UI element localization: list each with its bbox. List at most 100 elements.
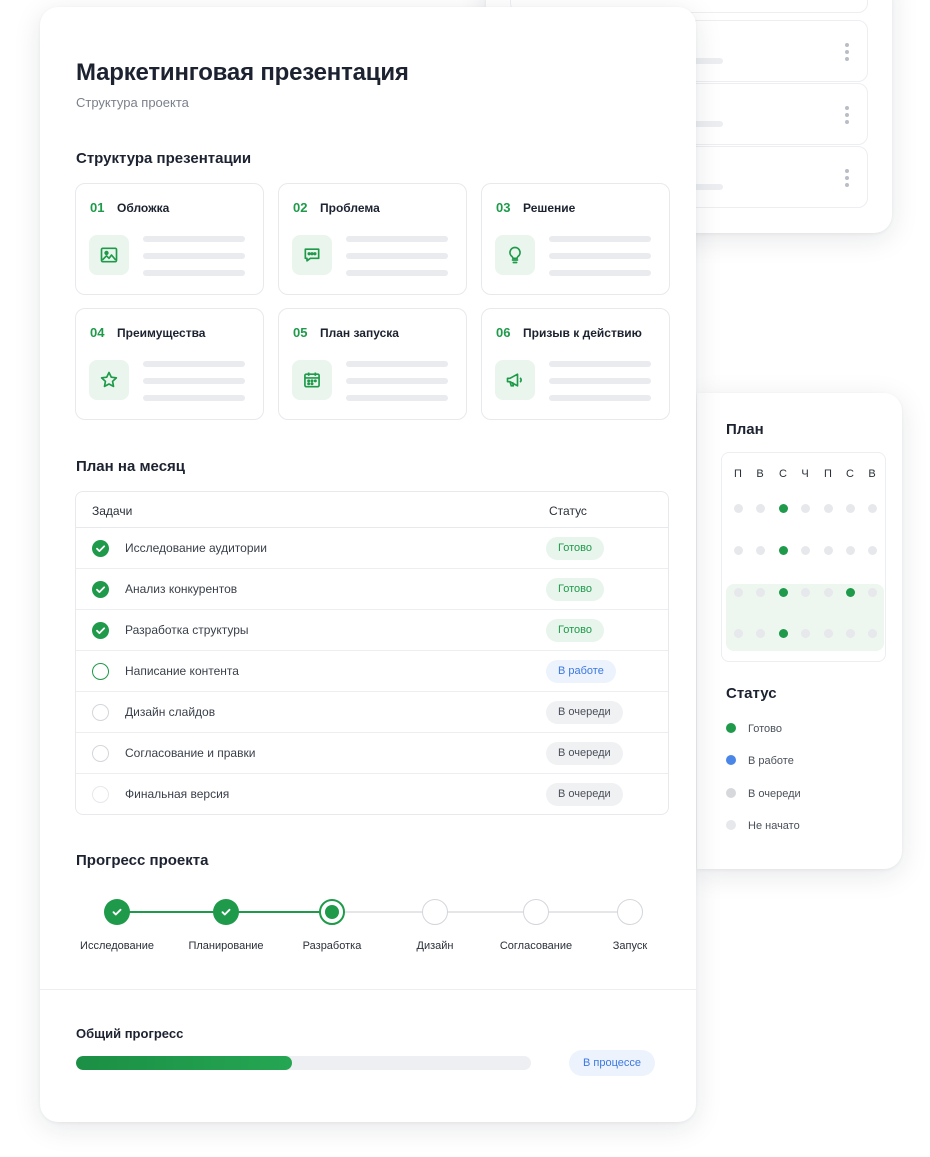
slide-tile-launch-plan[interactable]: 05 План запуска: [278, 308, 467, 420]
step-circle[interactable]: [319, 899, 345, 925]
text-placeholder: [143, 253, 245, 259]
calendar-day-dot[interactable]: [867, 587, 877, 597]
calendar-day-dot[interactable]: [755, 545, 765, 555]
calendar-day-dot[interactable]: [845, 545, 855, 555]
slide-tile-problem[interactable]: 02 Проблема: [278, 183, 467, 295]
calendar-day-dot[interactable]: [755, 628, 765, 638]
step-circle[interactable]: [523, 899, 549, 925]
calendar-day-dot[interactable]: [733, 503, 743, 513]
step-connector: [536, 911, 630, 913]
circle-icon[interactable]: [92, 663, 109, 680]
calendar-day-dot[interactable]: [778, 503, 788, 513]
task-name: Исследование аудитории: [125, 541, 267, 555]
calendar-day-dot[interactable]: [800, 503, 810, 513]
step-label: Исследование: [80, 940, 154, 952]
more-vertical-icon[interactable]: [845, 43, 849, 64]
step-circle[interactable]: [422, 899, 448, 925]
calendar-day-dot[interactable]: [733, 545, 743, 555]
slide-tile-advantages[interactable]: 04 Преимущества: [75, 308, 264, 420]
slide-title: План запуска: [320, 326, 399, 340]
step-label: Разработка: [302, 940, 362, 952]
slide-tile-call-to-action[interactable]: 06 Призыв к действию: [481, 308, 670, 420]
plan-calendar: ПВСЧПСВ: [721, 452, 886, 662]
text-placeholder: [346, 378, 448, 384]
task-table: Задачи Статус Исследование аудитории Гото…: [75, 491, 669, 815]
text-placeholder: [346, 270, 448, 276]
slide-title: Решение: [523, 201, 576, 215]
slide-number: 05: [293, 325, 308, 340]
slide-number: 02: [293, 200, 308, 215]
more-vertical-icon[interactable]: [845, 169, 849, 190]
step-check-icon[interactable]: [213, 899, 239, 925]
check-circle-icon[interactable]: [92, 581, 109, 598]
calendar-day-dot[interactable]: [845, 587, 855, 597]
calendar-day-dot[interactable]: [823, 628, 833, 638]
calendar-day-dot[interactable]: [867, 545, 877, 555]
circle-icon[interactable]: [92, 704, 109, 721]
table-row[interactable]: Согласование и правки В очереди: [76, 733, 668, 774]
calendar-day-dot[interactable]: [733, 628, 743, 638]
calendar-day-dot[interactable]: [823, 587, 833, 597]
plan-card: План П В С Ч П С В Статус Готово В работе В оч…: [697, 393, 902, 869]
text-placeholder: [549, 236, 651, 242]
calendar-day-dot[interactable]: [845, 628, 855, 638]
step-label: Запуск: [612, 940, 648, 952]
step-circle[interactable]: [617, 899, 643, 925]
structure-section-title: Структура презентации: [76, 150, 252, 167]
lightbulb-icon: [495, 235, 535, 275]
table-row[interactable]: Финальная версия В очереди: [76, 774, 668, 814]
weekday-label: П: [734, 468, 742, 480]
calendar-day-dot[interactable]: [755, 587, 765, 597]
status-badge: В очереди: [546, 701, 623, 724]
calendar-day-dot[interactable]: [733, 587, 743, 597]
weekday-label: Ч: [801, 468, 809, 480]
calendar-day-dot[interactable]: [778, 545, 788, 555]
step-connector: [332, 911, 435, 913]
project-progress-title: Прогресс проекта: [76, 852, 209, 869]
circle-icon[interactable]: [92, 745, 109, 762]
status-badge: Готово: [546, 537, 604, 560]
task-name: Финальная версия: [125, 787, 230, 801]
table-row[interactable]: Дизайн слайдов В очереди: [76, 692, 668, 733]
calendar-day-dot[interactable]: [800, 587, 810, 597]
more-vertical-icon[interactable]: [845, 106, 849, 127]
calendar-day-dot[interactable]: [867, 628, 877, 638]
calendar-day-dot[interactable]: [823, 545, 833, 555]
status-dot: [726, 820, 736, 830]
overall-progress-title: Общий прогресс: [76, 1026, 184, 1041]
table-row[interactable]: Исследование аудитории Готово: [76, 528, 668, 569]
calendar-day-dot[interactable]: [778, 628, 788, 638]
calendar-day-dot[interactable]: [800, 545, 810, 555]
calendar-day-dot[interactable]: [778, 587, 788, 597]
check-circle-icon[interactable]: [92, 622, 109, 639]
weekday-label: П: [824, 468, 832, 480]
check-circle-icon[interactable]: [92, 540, 109, 557]
slide-tile-cover[interactable]: 01 Обложка: [75, 183, 264, 295]
text-placeholder: [143, 236, 245, 242]
slide-tile-solution[interactable]: 03 Решение: [481, 183, 670, 295]
main-card: Маркетинговая презентация Структура прое…: [40, 7, 696, 1122]
calendar-day-dot[interactable]: [845, 503, 855, 513]
calendar-day-dot[interactable]: [867, 503, 877, 513]
slide-title: Призыв к действию: [523, 326, 642, 340]
table-row[interactable]: Разработка структуры Готово: [76, 610, 668, 651]
status-badge: В очереди: [546, 783, 623, 806]
page-title: Маркетинговая презентация: [76, 59, 409, 86]
weekday-label: С: [846, 468, 854, 480]
step-connector: [226, 911, 332, 913]
calendar-day-dot[interactable]: [823, 503, 833, 513]
text-placeholder: [549, 378, 651, 384]
status-badge: В очереди: [546, 742, 623, 765]
legend-item-in-progress: В работе: [726, 755, 794, 767]
circle-icon[interactable]: [92, 786, 109, 803]
legend-item-done: Готово: [726, 723, 782, 735]
calendar-day-dot[interactable]: [755, 503, 765, 513]
task-name: Написание контента: [125, 664, 239, 678]
slide-number: 06: [496, 325, 511, 340]
table-row[interactable]: Написание контента В работе: [76, 651, 668, 692]
step-label: Согласование: [499, 940, 573, 952]
text-placeholder: [143, 361, 245, 367]
calendar-day-dot[interactable]: [800, 628, 810, 638]
table-row[interactable]: Анализ конкурентов Готово: [76, 569, 668, 610]
step-check-icon[interactable]: [104, 899, 130, 925]
